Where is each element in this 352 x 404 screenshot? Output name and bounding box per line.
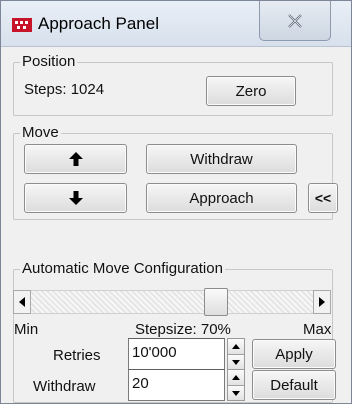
slider-right-button[interactable] (313, 290, 331, 314)
title-bar[interactable]: Approach Panel (1, 1, 351, 47)
withdraw-steps-label: Withdraw (33, 378, 96, 395)
approach-panel-window: Approach Panel Position Steps: 1024 Zero… (0, 0, 352, 404)
spin-down-icon (232, 359, 240, 365)
withdraw-input[interactable]: 20 (128, 369, 225, 401)
slider-min-label: Min (14, 321, 39, 338)
retries-label: Retries (53, 347, 101, 364)
caret-right-icon (319, 297, 325, 307)
steps-readout: Steps: 1024 (24, 81, 105, 98)
withdraw-up-button[interactable] (228, 370, 244, 385)
default-button[interactable]: Default (252, 370, 336, 400)
approach-button[interactable]: Approach (146, 183, 297, 213)
caret-left-icon (19, 297, 25, 307)
retries-input[interactable]: 10'000 (128, 338, 225, 370)
zero-button[interactable]: Zero (206, 76, 296, 106)
withdraw-spinner[interactable] (227, 369, 245, 401)
move-down-button[interactable] (24, 183, 127, 213)
stepsize-slider[interactable] (13, 290, 331, 314)
close-button[interactable] (259, 1, 331, 41)
retries-spinner[interactable] (227, 338, 245, 370)
window-title: Approach Panel (38, 14, 159, 33)
arrow-down-icon (68, 191, 83, 205)
retries-down-button[interactable] (228, 354, 244, 369)
spin-up-icon (232, 344, 240, 349)
withdraw-down-button[interactable] (228, 385, 244, 400)
red-app-icon (12, 18, 32, 32)
config-legend: Automatic Move Configuration (22, 260, 223, 277)
apply-button[interactable]: Apply (252, 339, 336, 369)
move-legend: Move (22, 124, 59, 141)
arrow-up-icon (68, 152, 83, 166)
move-up-button[interactable] (24, 144, 127, 174)
spin-down-icon (232, 390, 240, 396)
slider-left-button[interactable] (13, 290, 31, 314)
close-x-icon (288, 13, 302, 28)
retries-up-button[interactable] (228, 339, 244, 354)
stepsize-label: Stepsize: 70% (135, 321, 231, 338)
withdraw-button[interactable]: Withdraw (146, 144, 297, 174)
collapse-button[interactable]: << (308, 183, 338, 213)
spin-up-icon (232, 375, 240, 380)
position-legend: Position (22, 53, 76, 70)
slider-thumb[interactable] (204, 288, 228, 316)
slider-max-label: Max (303, 321, 332, 338)
